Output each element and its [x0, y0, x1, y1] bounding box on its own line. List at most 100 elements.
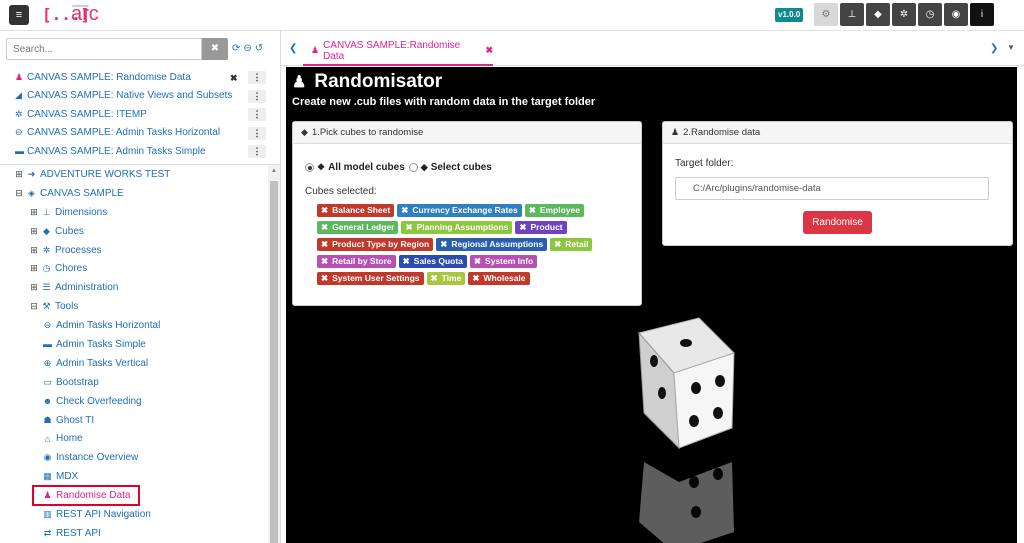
expand-icon[interactable]: ⊞ [28, 245, 40, 256]
select-cubes-radio[interactable] [408, 163, 418, 172]
remove-chip-icon[interactable]: ✖ [529, 205, 536, 215]
cube-chip[interactable]: ✖ Currency Exchange Rates [397, 204, 522, 217]
cube-chip[interactable]: ✖ Planning Assumptions [401, 221, 513, 234]
tree-item-admin-tasks-simple[interactable]: ▬ Admin Tasks Simple [0, 335, 268, 354]
target-folder-input[interactable] [675, 177, 989, 200]
all-cubes-radio[interactable] [305, 163, 314, 172]
cube-chip[interactable]: ✖ Time [426, 272, 466, 285]
tree-item-label: Chores [55, 263, 88, 275]
search-input[interactable] [6, 38, 202, 60]
cube-chip[interactable]: ✖ System Info [469, 255, 538, 268]
tab-dropdown-icon[interactable]: ▼ [1007, 43, 1015, 52]
tree-item-tools[interactable]: ⊟ ⚒ Tools [0, 297, 268, 316]
remove-chip-icon[interactable]: ✖ [403, 256, 410, 266]
open-item-native-views[interactable]: ◢ CANVAS SAMPLE: Native Views and Subset… [0, 87, 281, 106]
remove-chip-icon[interactable]: ✖ [431, 273, 438, 283]
remove-chip-icon[interactable]: ✖ [474, 256, 481, 266]
collapse-all-icon[interactable]: ⊖ [243, 43, 251, 54]
expand-icon[interactable]: ⊞ [13, 169, 25, 180]
collapse-icon[interactable]: ⊟ [28, 301, 40, 312]
tree-item-admin-tasks-horizontal[interactable]: ⊖ Admin Tasks Horizontal [0, 316, 268, 335]
hdd-icon: ▭ [43, 376, 52, 387]
more-options-button[interactable]: ⋮ [248, 71, 266, 84]
remove-chip-icon[interactable]: ✖ [472, 273, 479, 283]
remove-chip-icon[interactable]: ✖ [401, 205, 408, 215]
cube-chip[interactable]: ✖ General Ledger [317, 221, 399, 234]
cube-chip[interactable]: ✖ Employee [524, 204, 585, 217]
hamburger-menu-button[interactable]: ≡ [9, 5, 29, 25]
sitemap-icon[interactable]: ⊥ [840, 3, 864, 26]
cube-chip[interactable]: ✖ Retail [550, 238, 593, 251]
tree-item-cubes[interactable]: ⊞ ◆ Cubes [0, 222, 268, 241]
scroll-thumb[interactable] [270, 181, 278, 543]
remove-chip-icon[interactable]: ✖ [440, 239, 447, 249]
tree-item-chores[interactable]: ⊞ ◷ Chores [0, 259, 268, 278]
cogs-icon[interactable]: ✲ [892, 3, 916, 26]
tree-item-administration[interactable]: ⊞ ☰ Administration [0, 278, 268, 297]
tab-randomise-data[interactable]: ♟ CANVAS SAMPLE:Randomise Data ✖ [303, 37, 493, 66]
gear-icon[interactable]: ⚙ [814, 3, 838, 26]
remove-chip-icon[interactable]: ✖ [519, 222, 526, 232]
user-icon[interactable]: ◉ [944, 3, 968, 26]
tree-item-check-overfeeding[interactable]: ☻ Check Overfeeding [0, 392, 268, 411]
refresh-icon[interactable]: ⟳ [232, 43, 240, 54]
tree-item-canvas-sample[interactable]: ⊟ ◈ CANVAS SAMPLE [0, 184, 268, 203]
remove-chip-icon[interactable]: ✖ [405, 222, 412, 232]
cube-chip[interactable]: ✖ Balance Sheet [317, 204, 395, 217]
cube-chip[interactable]: ✖ Retail by Store [317, 255, 396, 268]
tree-item-label: REST API Navigation [56, 508, 151, 520]
more-options-button[interactable]: ⋮ [248, 89, 266, 103]
cube-chip[interactable]: ✖ Sales Quota [398, 255, 467, 268]
tree-item-instance-overview[interactable]: ◉ Instance Overview [0, 448, 268, 467]
tree-item-bootstrap[interactable]: ▭ Bootstrap [0, 373, 268, 392]
cube-chip[interactable]: ✖ Product Type by Region [317, 238, 434, 251]
more-options-button[interactable]: ⋮ [248, 145, 266, 158]
tree-item-dimensions[interactable]: ⊞ ⊥ Dimensions [0, 203, 268, 222]
tree-item-rest-api[interactable]: ⇄ REST API [0, 524, 268, 543]
more-options-button[interactable]: ⋮ [248, 126, 266, 140]
expand-icon[interactable]: ⊞ [28, 226, 40, 237]
tree-item-ghost-ti[interactable]: ☗ Ghost TI [0, 411, 268, 430]
remove-chip-icon[interactable]: ✖ [321, 273, 328, 283]
randomise-button[interactable]: Randomise [803, 211, 872, 234]
undo-icon[interactable]: ↺ [255, 43, 263, 54]
expand-icon[interactable]: ⊞ [28, 263, 40, 274]
tree-item-rest-api-navigation[interactable]: ▥ REST API Navigation [0, 505, 268, 524]
remove-chip-icon[interactable]: ✖ [321, 239, 328, 249]
remove-chip-icon[interactable]: ✖ [321, 205, 328, 215]
cube-icon[interactable]: ◆ [866, 3, 890, 26]
open-item-label: CANVAS SAMPLE: Admin Tasks Simple [27, 145, 206, 157]
tab-next-icon[interactable]: ❯ [990, 43, 998, 54]
open-item-randomise-data[interactable]: ♟ CANVAS SAMPLE: Randomise Data ✖ ⋮ [0, 68, 281, 87]
more-options-button[interactable]: ⋮ [248, 108, 266, 121]
cube-chip[interactable]: ✖ Product [515, 221, 567, 234]
cube-chip[interactable]: ✖ System User Settings [317, 272, 424, 285]
tree-item-mdx[interactable]: ▦ MDX [0, 467, 268, 486]
close-tab-icon[interactable]: ✖ [485, 45, 493, 56]
expand-icon[interactable]: ⊞ [28, 282, 40, 293]
cube-chip-label: General Ledger [332, 222, 395, 232]
open-item-admin-horizontal[interactable]: ⊖ CANVAS SAMPLE: Admin Tasks Horizontal … [0, 124, 281, 143]
close-icon[interactable]: ✖ [230, 73, 238, 84]
cube-chip[interactable]: ✖ Wholesale [468, 272, 530, 285]
tree-item-home[interactable]: ⌂ Home [0, 429, 268, 448]
tree-item-admin-tasks-vertical[interactable]: ⊕ Admin Tasks Vertical [0, 354, 268, 373]
open-item-temp[interactable]: ✲ CANVAS SAMPLE: !TEMP ⋮ [0, 105, 281, 124]
tree-item-adventure-works[interactable]: ⊞ ➜ ADVENTURE WORKS TEST [0, 165, 268, 184]
cube-chip[interactable]: ✖ Regional Assumptions [436, 238, 548, 251]
collapse-icon[interactable]: ⊟ [13, 188, 25, 199]
tree-item-processes[interactable]: ⊞ ✲ Processes [0, 241, 268, 260]
remove-chip-icon[interactable]: ✖ [321, 256, 328, 266]
open-item-admin-simple[interactable]: ▬ CANVAS SAMPLE: Admin Tasks Simple ⋮ [0, 142, 281, 161]
remove-chip-icon[interactable]: ✖ [554, 239, 561, 249]
scroll-up-icon[interactable]: ▲ [271, 168, 277, 174]
user-secret-icon: ♟ [292, 74, 307, 91]
expand-icon[interactable]: ⊞ [28, 207, 40, 218]
remove-chip-icon[interactable]: ✖ [321, 222, 328, 232]
clock-icon[interactable]: ◷ [918, 3, 942, 26]
tree-item-randomise-data[interactable]: ♟ Randomise Data [32, 485, 140, 507]
tab-prev-icon[interactable]: ❮ [289, 43, 297, 54]
tree-scrollbar[interactable]: ▲ [268, 165, 280, 543]
search-clear-button[interactable]: ✖ [202, 38, 228, 60]
info-icon[interactable]: i [970, 3, 994, 26]
